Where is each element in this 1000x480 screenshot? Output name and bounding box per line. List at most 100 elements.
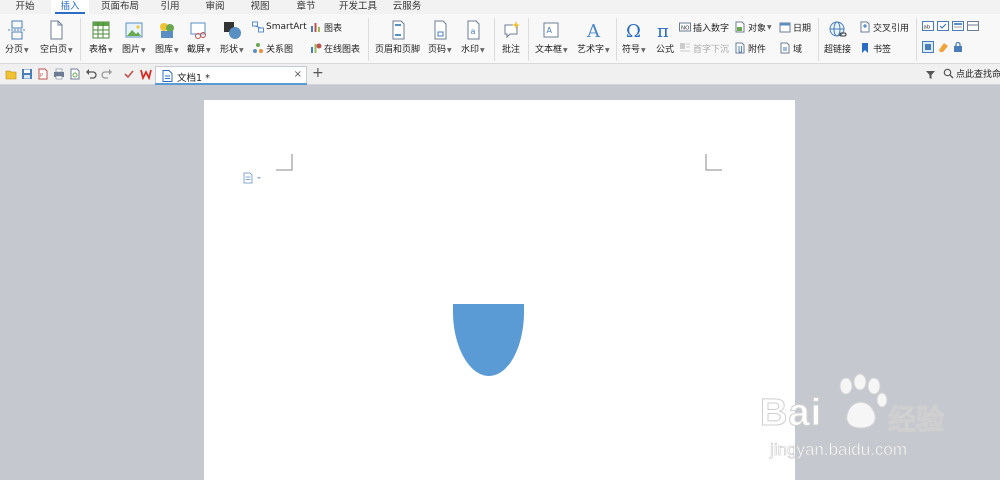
comment-icon xyxy=(504,21,520,39)
wordart-label: 艺术字 xyxy=(577,45,605,55)
screenshot-button[interactable]: 截屏▼ xyxy=(187,20,211,56)
relation-label: 关系图 xyxy=(266,44,294,55)
command-search[interactable]: 点此查找命 xyxy=(943,67,1000,80)
menu-tab-cloud[interactable]: 云服务 xyxy=(387,0,427,14)
gallery-button[interactable]: 图库▼ xyxy=(155,20,179,56)
watermark-url: jingyan.baidu.com xyxy=(770,440,908,460)
document-tab[interactable]: 文档1 * × xyxy=(155,66,307,85)
command-search-label: 点此查找命 xyxy=(956,70,1000,80)
omega-icon: Ω xyxy=(626,21,641,40)
form-checkbox-icon[interactable] xyxy=(937,20,949,32)
object-icon xyxy=(735,21,745,33)
blank-page-label: 空白页 xyxy=(40,45,68,55)
cross-reference-button[interactable]: 交叉引用 xyxy=(859,20,909,34)
print-preview-icon[interactable] xyxy=(69,68,81,80)
baidu-watermark: Bai 经验 jingyan.baidu.com xyxy=(759,372,960,462)
chart-icon xyxy=(311,23,320,32)
gallery-label: 图库 xyxy=(155,45,174,55)
watermark-icon: a xyxy=(467,20,480,40)
page-number-button[interactable]: 页码▼ xyxy=(428,20,452,56)
form-dropdown-icon[interactable] xyxy=(952,20,964,32)
paragraph-layout-icon[interactable] xyxy=(242,172,264,184)
svg-text:A: A xyxy=(586,21,601,40)
cross-reference-label: 交叉引用 xyxy=(873,23,910,34)
bookmark-button[interactable]: 书签 xyxy=(859,41,891,55)
menu-tab-developer[interactable]: 开发工具 xyxy=(333,0,383,14)
ribbon-separator xyxy=(818,18,819,61)
menu-tab-home[interactable]: 开始 xyxy=(7,0,43,14)
close-tab-icon[interactable]: × xyxy=(294,69,302,80)
filter-icon[interactable] xyxy=(925,69,936,80)
page-number-icon xyxy=(434,20,447,40)
hyperlink-button[interactable]: 超链接 xyxy=(824,20,851,55)
watermark-button[interactable]: a 水印▼ xyxy=(461,20,485,56)
formula-button[interactable]: π 公式 xyxy=(655,20,675,55)
menu-tab-insert[interactable]: 插入 xyxy=(51,0,89,14)
lock-icon[interactable] xyxy=(952,41,964,53)
menu-tab-view[interactable]: 视图 xyxy=(242,0,278,14)
save-icon[interactable] xyxy=(21,68,33,80)
blank-page-button[interactable]: 空白页▼ xyxy=(40,20,73,56)
menu-tab-references[interactable]: 引用 xyxy=(152,0,188,14)
wordart-button[interactable]: A 艺术字▼ xyxy=(577,20,610,56)
menu-tab-section[interactable]: 章节 xyxy=(288,0,324,14)
wps-logo-icon[interactable] xyxy=(140,68,152,80)
object-label: 对象 xyxy=(748,23,767,34)
header-footer-icon xyxy=(392,20,404,40)
form-properties-icon[interactable] xyxy=(922,41,934,53)
ribbon-separator xyxy=(80,18,81,61)
chart-label: 图表 xyxy=(324,23,343,34)
form-text-icon[interactable]: ab xyxy=(922,20,934,32)
insert-number-icon: NO xyxy=(679,22,691,32)
header-footer-button[interactable]: 页眉和页脚 xyxy=(375,20,420,55)
half-ellipse-shape[interactable] xyxy=(453,304,525,376)
table-label: 表格 xyxy=(89,45,108,55)
insert-number-button[interactable]: NO 插入数字 xyxy=(679,20,729,34)
chart-button[interactable]: 图表 xyxy=(310,20,342,34)
shapes-button[interactable]: 形状▼ xyxy=(220,20,244,56)
print-icon[interactable] xyxy=(53,68,65,80)
document-icon xyxy=(162,70,173,82)
document-page[interactable] xyxy=(204,100,795,480)
textbox-button[interactable]: A 文本框▼ xyxy=(535,20,568,56)
textbox-label: 文本框 xyxy=(535,45,563,55)
ribbon-separator xyxy=(494,18,495,61)
attachment-button[interactable]: 附件 xyxy=(734,41,766,55)
form-frame-icon[interactable] xyxy=(967,20,979,32)
undo-icon[interactable] xyxy=(85,68,97,80)
open-folder-icon[interactable] xyxy=(5,68,17,80)
date-button[interactable]: 日期 xyxy=(779,20,811,34)
ribbon-separator xyxy=(616,18,617,61)
field-button[interactable]: 域 xyxy=(779,41,802,55)
table-button[interactable]: 表格▼ xyxy=(89,20,113,56)
picture-button[interactable]: 图片▼ xyxy=(122,20,146,56)
svg-text:P: P xyxy=(40,73,43,79)
relation-button[interactable]: 关系图 xyxy=(252,41,293,55)
svg-text:a: a xyxy=(470,27,475,36)
online-chart-button[interactable]: 在线图表 xyxy=(310,41,360,55)
comment-button[interactable]: 批注 xyxy=(501,20,521,55)
page-break-button[interactable]: 分页▼ xyxy=(5,20,29,56)
gallery-icon xyxy=(159,23,174,38)
pdf-export-icon[interactable]: P xyxy=(37,68,49,80)
object-button[interactable]: 对象 ▼ xyxy=(734,20,772,34)
menu-tab-page-layout[interactable]: 页面布局 xyxy=(95,0,145,14)
check-icon[interactable] xyxy=(123,68,135,80)
form-eraser-icon[interactable] xyxy=(937,41,949,53)
online-chart-label: 在线图表 xyxy=(324,44,361,55)
smartart-button[interactable]: SmartArt xyxy=(252,20,307,34)
svg-text:Ω: Ω xyxy=(626,21,641,40)
menu-tab-review[interactable]: 审阅 xyxy=(197,0,233,14)
margin-corner-top-right xyxy=(705,154,722,171)
ribbon: 分页▼ 空白页▼ 表格▼ 图片▼ 图库▼ 截屏▼ 形状▼ SmartArt 图表 xyxy=(0,14,1000,64)
symbol-button[interactable]: Ω 符号▼ xyxy=(622,20,646,56)
margin-corner-top-left xyxy=(276,154,293,171)
drop-cap-button[interactable]: 首字下沉 xyxy=(679,41,729,55)
page-break-label: 分页 xyxy=(5,45,24,55)
watermark-brand-tail: 经验 xyxy=(887,403,945,437)
search-icon xyxy=(943,68,954,79)
new-tab-icon[interactable]: + xyxy=(312,65,324,81)
svg-text:NO: NO xyxy=(681,26,690,32)
redo-icon[interactable] xyxy=(101,68,113,80)
svg-text:A: A xyxy=(547,26,553,35)
